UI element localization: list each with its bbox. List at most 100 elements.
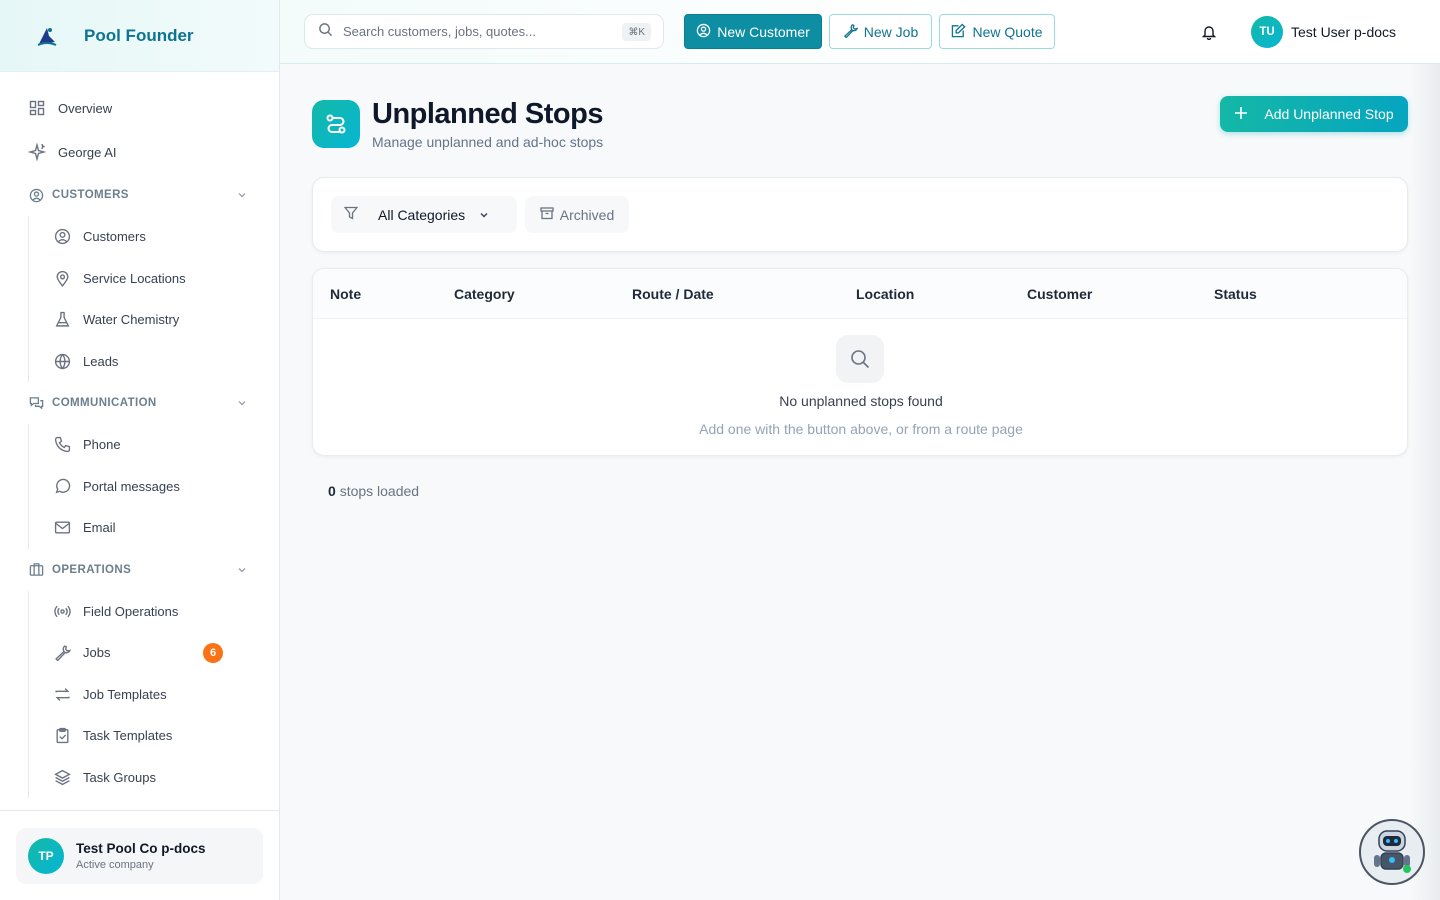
building-icon <box>28 562 44 578</box>
sidebar-item-label: Field Operations <box>83 603 179 619</box>
clipboard-check-icon <box>53 727 71 745</box>
globe-icon <box>53 352 71 370</box>
archived-toggle[interactable]: Archived <box>525 196 629 233</box>
bell-icon[interactable] <box>1199 22 1219 42</box>
flask-icon <box>53 311 71 329</box>
mail-icon <box>53 519 71 537</box>
column-header-location[interactable]: Location <box>856 286 914 302</box>
filter-icon <box>343 206 359 223</box>
new-job-button[interactable]: New Job <box>829 14 932 49</box>
search-icon <box>318 22 333 42</box>
new-quote-button[interactable]: New Quote <box>939 14 1055 49</box>
user-menu[interactable]: TU Test User p-docs <box>1251 16 1396 48</box>
button-label: Add Unplanned Stop <box>1264 106 1394 122</box>
sidebar-item-overview[interactable]: Overview <box>0 86 279 130</box>
wrench-icon <box>843 23 858 41</box>
company-avatar: TP <box>28 838 64 874</box>
sidebar-item-label: Service Locations <box>83 270 186 286</box>
user-circle-icon <box>28 187 44 203</box>
customers-group: Customers Service Locations Water Chemis… <box>28 216 279 382</box>
search-input[interactable] <box>343 24 613 39</box>
sidebar-item-label: Leads <box>83 353 119 369</box>
column-header-route-date[interactable]: Route / Date <box>632 286 714 302</box>
empty-state-title: No unplanned stops found <box>779 393 943 409</box>
sidebar-item-label: Portal messages <box>83 478 180 494</box>
stops-table: Note Category Route / Date Location Cust… <box>312 268 1408 456</box>
sidebar-item-customers[interactable]: Customers <box>29 216 279 258</box>
search-icon <box>836 335 884 383</box>
brand-name: Pool Founder <box>84 25 194 45</box>
chevron-down-icon <box>237 564 249 576</box>
page-edge-shadow <box>1410 64 1440 900</box>
route-icon <box>312 100 360 148</box>
sidebar: Pool Founder Overview George AI CUSTOMER… <box>0 0 280 900</box>
page-subtitle: Manage unplanned and ad-hoc stops <box>372 134 604 150</box>
new-customer-button[interactable]: New Customer <box>684 14 822 49</box>
sidebar-item-task-groups[interactable]: Task Groups <box>29 757 279 799</box>
search-shortcut: ⌘K <box>622 23 651 41</box>
add-unplanned-stop-button[interactable]: Add Unplanned Stop <box>1220 96 1408 132</box>
stops-count: 0 stops loaded <box>328 483 419 499</box>
phone-icon <box>53 436 71 454</box>
sidebar-item-label: Jobs <box>83 645 111 661</box>
section-operations[interactable]: OPERATIONS <box>0 549 279 591</box>
chevron-down-icon <box>237 397 249 409</box>
company-name: Test Pool Co p-docs <box>76 841 206 856</box>
category-filter-value: All Categories <box>378 206 466 223</box>
sidebar-item-service-locations[interactable]: Service Locations <box>29 258 279 300</box>
column-header-status[interactable]: Status <box>1214 286 1257 302</box>
operations-group: Field Operations Jobs 6 Job Templates Ta… <box>28 590 279 799</box>
communication-group: Phone Portal messages Email <box>28 424 279 549</box>
sidebar-item-field-operations[interactable]: Field Operations <box>29 591 279 633</box>
button-label: New Customer <box>717 23 810 40</box>
stops-count-value: 0 <box>328 483 336 499</box>
sidebar-item-portal-messages[interactable]: Portal messages <box>29 466 279 508</box>
topbar: ⌘K New Customer New Job New Quote TU Tes… <box>280 0 1440 64</box>
sidebar-item-task-templates[interactable]: Task Templates <box>29 715 279 757</box>
archive-icon <box>540 206 554 223</box>
message-circle-icon <box>53 477 71 495</box>
user-circle-icon <box>53 228 71 246</box>
sidebar-item-label: Customers <box>83 229 146 245</box>
sidebar-item-water-chemistry[interactable]: Water Chemistry <box>29 299 279 341</box>
sidebar-item-phone[interactable]: Phone <box>29 424 279 466</box>
pool-logo-icon <box>34 23 60 49</box>
filter-bar: All Categories Archived <box>312 177 1408 252</box>
assistant-robot-icon[interactable] <box>1359 819 1425 885</box>
company-switcher[interactable]: TP Test Pool Co p-docs Active company <box>16 828 263 884</box>
grid-icon <box>28 99 46 117</box>
sidebar-item-leads[interactable]: Leads <box>29 341 279 383</box>
edit-document-icon <box>951 22 966 41</box>
chevron-down-icon <box>237 189 249 201</box>
sidebar-item-jobs[interactable]: Jobs 6 <box>29 632 279 674</box>
sidebar-nav: Overview George AI CUSTOMERS Customers S… <box>0 72 279 798</box>
search-box[interactable]: ⌘K <box>304 14 664 49</box>
section-title: OPERATIONS <box>52 563 132 576</box>
chat-icon <box>28 395 44 411</box>
section-title: CUSTOMERS <box>52 189 129 201</box>
sidebar-item-label: Water Chemistry <box>83 312 180 328</box>
brand[interactable]: Pool Founder <box>0 0 279 72</box>
sidebar-item-email[interactable]: Email <box>29 507 279 549</box>
category-filter-select[interactable]: All Categories <box>331 196 517 233</box>
radio-icon <box>53 602 71 620</box>
avatar: TU <box>1251 16 1283 48</box>
column-header-customer[interactable]: Customer <box>1027 286 1092 302</box>
layers-icon <box>53 768 71 786</box>
archived-label: Archived <box>559 206 615 223</box>
section-communication[interactable]: COMMUNICATION <box>0 382 279 424</box>
company-status: Active company <box>76 859 154 871</box>
sidebar-item-george-ai[interactable]: George AI <box>0 130 279 174</box>
sidebar-item-job-templates[interactable]: Job Templates <box>29 674 279 716</box>
plus-icon <box>1234 106 1248 123</box>
sparkles-icon <box>28 143 46 161</box>
sidebar-item-label: Job Templates <box>83 686 167 702</box>
column-header-category[interactable]: Category <box>454 286 515 302</box>
section-customers[interactable]: CUSTOMERS <box>0 174 279 216</box>
sidebar-item-label: Phone <box>83 437 121 453</box>
jobs-count-badge: 6 <box>203 642 223 663</box>
page-title: Unplanned Stops <box>372 98 603 130</box>
column-header-note[interactable]: Note <box>330 286 361 302</box>
repeat-icon <box>53 685 71 703</box>
section-title: COMMUNICATION <box>52 397 157 409</box>
